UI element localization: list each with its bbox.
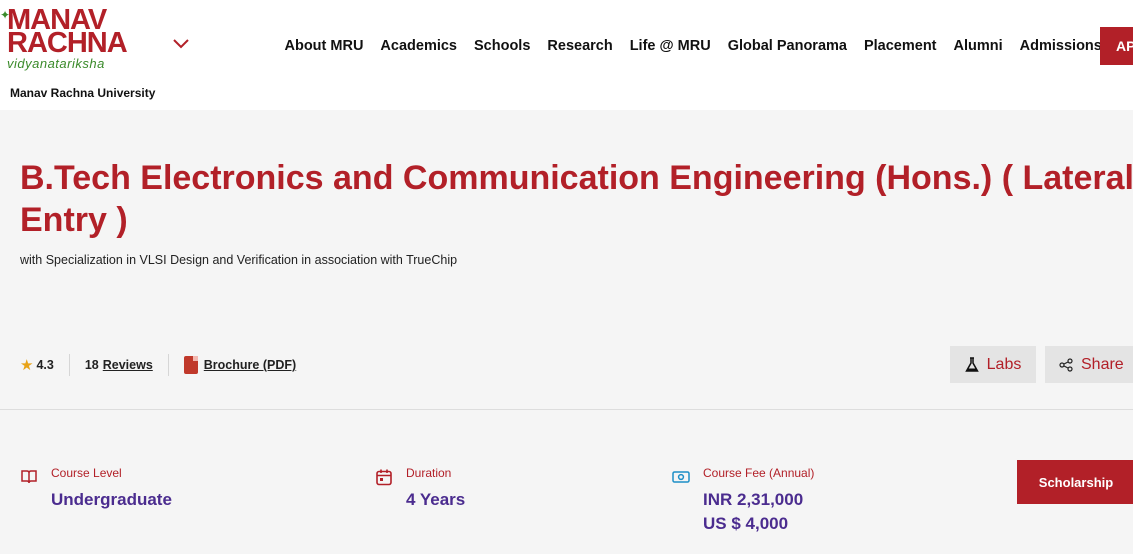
star-icon: ★ bbox=[20, 357, 34, 374]
meta-row: ★ 4.3 18 Reviews Brochure (PDF) bbox=[20, 354, 296, 376]
nav-admissions[interactable]: Admissions bbox=[1011, 36, 1110, 56]
nav-academics[interactable]: Academics bbox=[372, 36, 466, 56]
reviews-count: 18 bbox=[84, 358, 99, 372]
chevron-down-icon[interactable] bbox=[170, 32, 192, 54]
nav-life[interactable]: Life @ MRU bbox=[621, 36, 719, 56]
reviews-link[interactable]: Reviews bbox=[103, 358, 153, 372]
labs-label: Labs bbox=[986, 355, 1022, 373]
duration-label: Duration bbox=[406, 466, 452, 480]
manav-rachna-logo[interactable]: ✦ MANAV RACHNA vidyanatariksha bbox=[0, 4, 160, 74]
course-fee-usd: US $ 4,000 bbox=[703, 514, 789, 533]
logo-tagline: vidyanatariksha bbox=[7, 56, 105, 71]
share-icon bbox=[1059, 357, 1073, 372]
course-level-value: Undergraduate bbox=[51, 490, 172, 509]
apply-button[interactable]: AP bbox=[1100, 27, 1133, 65]
flask-icon bbox=[964, 356, 979, 372]
scholarship-button[interactable]: Scholarship bbox=[1017, 460, 1133, 504]
logo-line2: RACHNA bbox=[7, 27, 128, 59]
program-title: B.Tech Electronics and Communication Eng… bbox=[20, 159, 1133, 239]
money-icon bbox=[672, 471, 690, 483]
main-nav: About MRU Academics Schools Research Lif… bbox=[276, 36, 1110, 56]
book-icon bbox=[21, 470, 37, 484]
nav-schools[interactable]: Schools bbox=[466, 36, 539, 56]
share-button[interactable]: Share bbox=[1045, 346, 1133, 383]
course-fee-inr: INR 2,31,000 bbox=[703, 490, 804, 509]
nav-about[interactable]: About MRU bbox=[276, 36, 372, 56]
nav-alumni[interactable]: Alumni bbox=[945, 36, 1011, 56]
university-name: Manav Rachna University bbox=[10, 86, 156, 100]
nav-global-panorama[interactable]: Global Panorama bbox=[719, 36, 855, 56]
section-divider bbox=[0, 409, 1133, 410]
labs-button[interactable]: Labs bbox=[950, 346, 1036, 383]
brochure-link[interactable]: Brochure (PDF) bbox=[204, 358, 296, 372]
course-level-label: Course Level bbox=[51, 466, 122, 480]
divider bbox=[68, 354, 70, 376]
nav-research[interactable]: Research bbox=[539, 36, 621, 56]
divider bbox=[167, 354, 169, 376]
program-subtitle: with Specialization in VLSI Design and V… bbox=[20, 253, 458, 267]
calendar-icon bbox=[376, 469, 392, 486]
rating-value: 4.3 bbox=[36, 358, 54, 372]
course-fee-label: Course Fee (Annual) bbox=[703, 466, 815, 480]
duration-value: 4 Years bbox=[406, 490, 466, 509]
nav-placement[interactable]: Placement bbox=[855, 36, 945, 56]
share-label: Share bbox=[1081, 355, 1124, 373]
site-header: ✦ MANAV RACHNA vidyanatariksha Manav Rac… bbox=[0, 0, 1133, 110]
pdf-icon bbox=[183, 356, 198, 374]
